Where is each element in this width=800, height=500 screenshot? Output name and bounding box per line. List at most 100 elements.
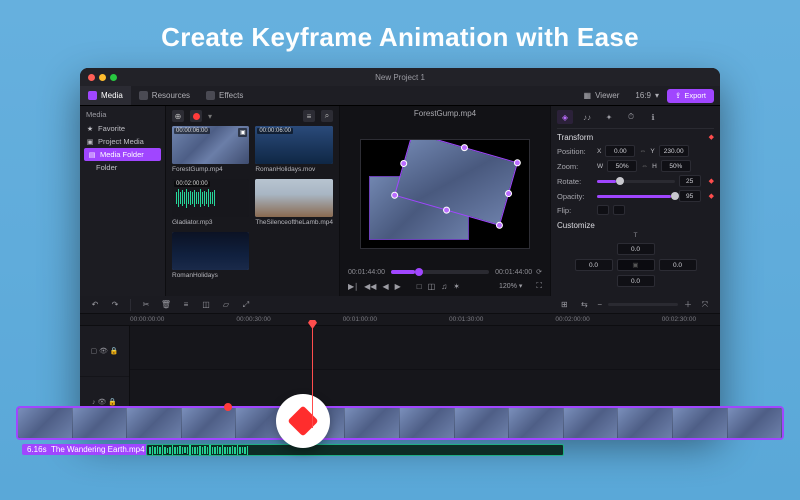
snap-button[interactable]: ⊞: [557, 298, 571, 312]
tab-media[interactable]: Media: [80, 86, 131, 105]
step-back-button[interactable]: ◀◀: [364, 282, 376, 291]
play-button[interactable]: ◀: [382, 282, 388, 291]
minimize-icon[interactable]: [99, 74, 106, 81]
crop-right-input[interactable]: 0.0: [659, 259, 697, 271]
resize-handle[interactable]: [504, 189, 513, 198]
marker-button[interactable]: □: [417, 282, 422, 291]
axis-label: H: [652, 163, 657, 170]
fullscreen-button[interactable]: ⛶: [536, 281, 542, 291]
media-toolbar: ⊕ ▾ ≡ ⌕: [172, 110, 333, 122]
zoom-out-icon[interactable]: −: [597, 300, 602, 309]
zoom-h-input[interactable]: 50%: [661, 160, 691, 172]
export-button[interactable]: ⇪ Export: [667, 89, 714, 103]
time-ruler[interactable]: 00:00:00:00 00:00:30:00 00:01:00:00 00:0…: [80, 314, 720, 326]
import-button[interactable]: ⊕: [172, 110, 184, 122]
media-thumb[interactable]: 00:02:00:00Gladiator.mp3: [172, 179, 249, 226]
link-button[interactable]: ⇆: [577, 298, 591, 312]
marker-tool-button[interactable]: ▱: [219, 298, 233, 312]
crop-tool-button[interactable]: ◫: [199, 298, 213, 312]
resize-handle[interactable]: [495, 220, 504, 229]
crop-left-input[interactable]: 0.0: [575, 259, 613, 271]
undo-button[interactable]: ↶: [88, 298, 102, 312]
seek-knob[interactable]: [415, 268, 423, 276]
canvas-area[interactable]: [340, 121, 550, 266]
opacity-slider[interactable]: [597, 195, 675, 198]
rotate-input[interactable]: 25: [679, 175, 701, 187]
opacity-input[interactable]: 95: [679, 190, 701, 202]
loop-icon[interactable]: ⟳: [536, 268, 542, 276]
chevron-down-icon[interactable]: ▾: [208, 112, 212, 121]
prop-rotate: Rotate: 25 ◆: [557, 175, 714, 187]
keyframe-icon[interactable]: ◆: [709, 192, 714, 200]
search-button[interactable]: ⌕: [321, 110, 333, 122]
sidebar-item-favorite[interactable]: ★Favorite: [80, 122, 165, 135]
tab-speed[interactable]: ⏱: [623, 110, 639, 124]
media-thumb[interactable]: RomanHolidays: [172, 232, 249, 279]
media-thumb[interactable]: 00:00:06:00RomanHolidays.mov: [255, 126, 333, 173]
pos-y-input[interactable]: 230.00: [659, 145, 689, 157]
flip-v-button[interactable]: [613, 205, 625, 215]
audio-track-header[interactable]: ♪ 👁 🔒: [80, 377, 129, 428]
aspect-select[interactable]: 16:9 ▾: [627, 91, 667, 100]
tab-color[interactable]: ✦: [601, 110, 617, 124]
cut-button[interactable]: ✂: [139, 298, 153, 312]
canvas[interactable]: [360, 139, 530, 249]
step-fwd-button[interactable]: ▶: [395, 282, 401, 291]
audio-track[interactable]: [130, 370, 720, 396]
sidebar-item-project-media[interactable]: ▣Project Media: [80, 135, 165, 148]
sidebar-item-media-folder[interactable]: ▤Media Folder: [84, 148, 161, 161]
viewer-mode-select[interactable]: ▦ Viewer: [576, 91, 628, 100]
sidebar-item-subfolder[interactable]: Folder: [80, 161, 165, 174]
redo-button[interactable]: ↷: [108, 298, 122, 312]
tab-info[interactable]: ℹ: [645, 110, 661, 124]
flip-h-button[interactable]: [597, 205, 609, 215]
camera-icon[interactable]: ✶: [453, 282, 460, 291]
zoom-in-icon[interactable]: ＋: [684, 299, 692, 310]
resize-handle[interactable]: [399, 159, 408, 168]
fit-button[interactable]: ⤧: [698, 298, 712, 312]
video-track[interactable]: [130, 326, 720, 370]
zoom-select[interactable]: 120% ▾: [499, 282, 522, 290]
slider-knob[interactable]: [616, 177, 624, 185]
tab-resources[interactable]: Resources: [131, 86, 198, 105]
split-button[interactable]: ≡: [179, 298, 193, 312]
maximize-icon[interactable]: [110, 74, 117, 81]
snapshot-button[interactable]: ♫: [441, 282, 447, 291]
delete-button[interactable]: 🗑: [159, 298, 173, 312]
tick: 00:00:30:00: [236, 316, 270, 323]
list-view-button[interactable]: ≡: [303, 110, 315, 122]
name: The Wandering Earth.mp4: [51, 445, 145, 454]
record-button[interactable]: [190, 110, 202, 122]
zoom-w-input[interactable]: 50%: [607, 160, 637, 172]
add-keyframe-button[interactable]: ◆: [709, 133, 714, 142]
tracks-area[interactable]: ▢ 👁 🔒 ♪ 👁 🔒: [80, 326, 720, 428]
crop-center-icon: ▣: [617, 259, 655, 271]
prop-zoom: Zoom: W 50% ⇔ H 50%: [557, 160, 714, 172]
prev-button[interactable]: ▶∣: [348, 282, 358, 291]
seek-bar[interactable]: [391, 270, 489, 274]
media-thumb[interactable]: TheSilenceoftheLamb.mp4: [255, 179, 333, 226]
rotate-slider[interactable]: [597, 180, 675, 183]
slider-knob[interactable]: [671, 192, 679, 200]
link-icon[interactable]: ⇔: [639, 148, 646, 155]
resize-handle[interactable]: [460, 143, 469, 152]
timeline-zoom-slider[interactable]: [608, 303, 678, 306]
tab-transform[interactable]: ◈: [557, 110, 573, 124]
crop-bottom-input[interactable]: 0.0: [617, 275, 655, 287]
audio-clip-strip: [146, 444, 564, 456]
resize-handle[interactable]: [513, 158, 522, 167]
video-track-header[interactable]: ▢ 👁 🔒: [80, 326, 129, 377]
playhead[interactable]: [312, 326, 313, 428]
crop-button[interactable]: ◫: [428, 282, 436, 291]
link-icon[interactable]: ⇔: [641, 163, 648, 170]
close-icon[interactable]: [88, 74, 95, 81]
tab-audio[interactable]: ♪♪: [579, 110, 595, 124]
pos-x-input[interactable]: 0.00: [605, 145, 635, 157]
tab-effects[interactable]: Effects: [198, 86, 251, 105]
keyframe-icon[interactable]: ◆: [709, 177, 714, 185]
preview-panel: ForestGump.mp4 0: [340, 106, 550, 296]
media-thumb[interactable]: 00:00:06:00▣ForestGump.mp4: [172, 126, 249, 173]
crop-top-input[interactable]: 0.0: [617, 243, 655, 255]
expand-button[interactable]: ⤢: [239, 298, 253, 312]
upper-panels: Media ★Favorite ▣Project Media ▤Media Fo…: [80, 106, 720, 296]
